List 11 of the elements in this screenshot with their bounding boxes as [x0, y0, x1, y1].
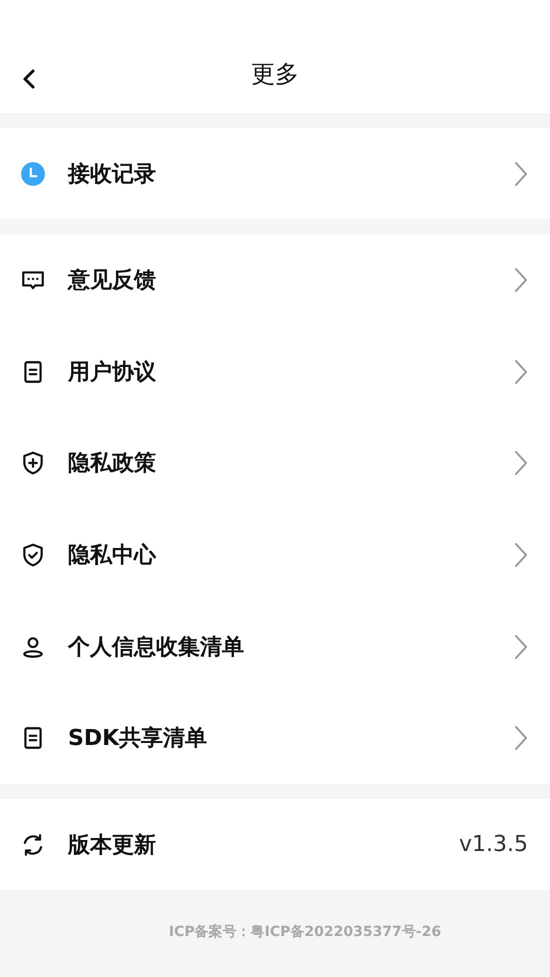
chevron-icon [514, 160, 528, 186]
chevron-icon [514, 542, 528, 568]
chevron-icon [514, 358, 528, 385]
clock-icon [20, 160, 46, 186]
chevron-icon [514, 266, 528, 293]
page-title: 更多 [251, 58, 299, 90]
chevron-icon [514, 450, 528, 476]
chevron-icon [514, 725, 528, 752]
version-number: v1.3.5 [459, 832, 528, 858]
chevron-icon [514, 634, 528, 660]
icp-license-text: ICP备案号：粤ICP备2022035377号-26 [168, 923, 442, 942]
